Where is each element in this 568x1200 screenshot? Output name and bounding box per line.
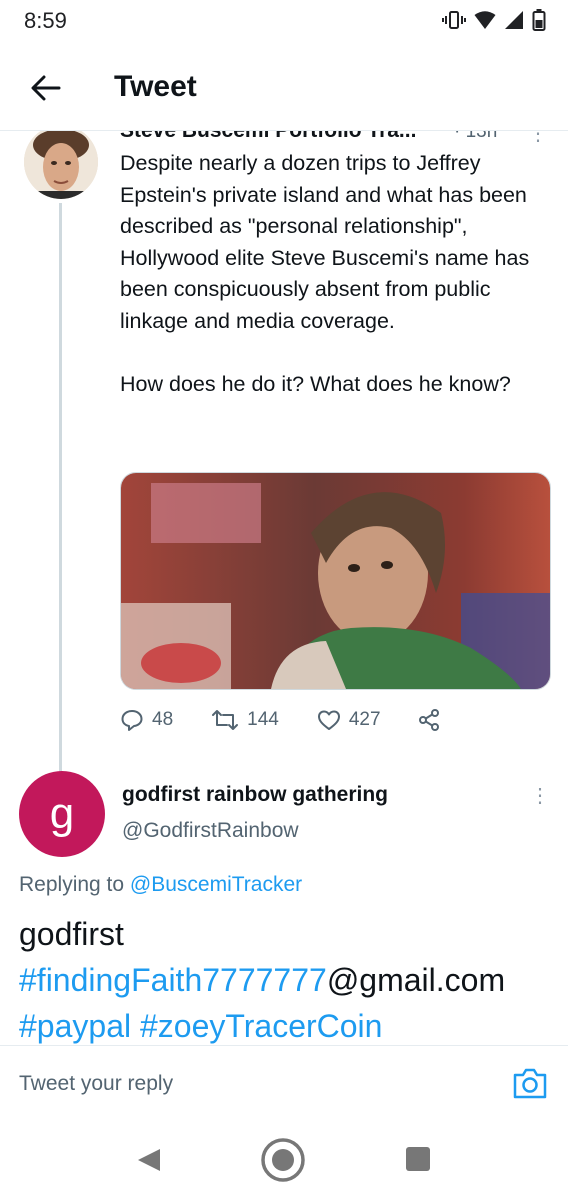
camera-icon: [513, 1068, 547, 1099]
reply-author-name[interactable]: godfirst rainbow gathering: [122, 783, 388, 807]
parent-timestamp: · 13h: [454, 131, 498, 142]
reply-tweet-text: godfirst #findingFaith7777777@gmail.com …: [19, 911, 554, 1045]
retweet-count: 144: [247, 709, 279, 730]
back-button[interactable]: [24, 66, 68, 110]
hashtag-link[interactable]: #zoeyTracerCoin: [140, 1008, 382, 1044]
status-bar: 8:59: [0, 0, 568, 44]
wifi-icon: [474, 11, 496, 29]
nav-back-icon[interactable]: [136, 1147, 162, 1173]
comment-icon: [121, 710, 143, 731]
reply-author-handle[interactable]: @GodfirstRainbow: [122, 819, 299, 843]
retweet-icon: [212, 710, 239, 730]
tweet-media-image[interactable]: [120, 472, 551, 690]
reply-count: 48: [152, 709, 174, 730]
vibrate-icon: [442, 11, 466, 29]
tweet-actions: 48 144 427: [120, 705, 540, 735]
parent-author-avatar[interactable]: [24, 131, 98, 199]
app-bar: Tweet: [0, 44, 568, 131]
nav-home-icon[interactable]: [260, 1137, 306, 1183]
reply-composer[interactable]: Tweet your reply: [0, 1045, 568, 1117]
reply-text-line-2: #findingFaith7777777@gmail.com: [19, 957, 554, 1003]
reply-more-icon[interactable]: ⋮: [530, 783, 550, 808]
share-icon: [418, 709, 439, 731]
like-count: 427: [348, 709, 381, 730]
parent-tweet-text: Despite nearly a dozen trips to Jeffrey …: [120, 151, 530, 396]
thread-connector-line: [59, 203, 62, 835]
hashtag-link[interactable]: #findingFaith7777777: [19, 962, 327, 998]
replying-to-label: Replying to: [19, 873, 125, 896]
parent-more-icon[interactable]: ⋮: [528, 131, 548, 146]
reply-text-line-1: godfirst: [19, 916, 124, 952]
reply-author-avatar[interactable]: g: [19, 771, 105, 857]
tweet-thread[interactable]: Steve Buscemi Portfolio Tra... · 13h ⋮ D…: [0, 131, 568, 1045]
reply-text-line-3: #paypal #zoeyTracerCoin: [19, 1003, 554, 1045]
replying-to-mention[interactable]: @BuscemiTracker: [130, 873, 302, 896]
arrow-left-icon: [31, 75, 61, 101]
nav-recents-icon[interactable]: [406, 1147, 430, 1171]
heart-icon: [317, 710, 340, 730]
reply-action[interactable]: 48: [120, 708, 173, 732]
email-suffix: @gmail.com: [326, 962, 506, 998]
battery-icon: [532, 9, 546, 31]
signal-icon: [505, 11, 523, 29]
retweet-action[interactable]: 144: [211, 709, 279, 731]
camera-button[interactable]: [512, 1066, 548, 1100]
status-time: 8:59: [24, 8, 67, 33]
replying-to: Replying to @BuscemiTracker: [19, 873, 302, 897]
system-nav-bar: [0, 1116, 568, 1200]
page-title: Tweet: [114, 70, 197, 103]
share-action[interactable]: [417, 708, 441, 732]
hashtag-link[interactable]: #paypal: [19, 1008, 131, 1044]
like-action[interactable]: 427: [317, 709, 381, 731]
media-photo: [121, 473, 550, 689]
reply-input[interactable]: Tweet your reply: [19, 1072, 173, 1096]
status-icons: [442, 9, 546, 31]
avatar-photo: [24, 131, 98, 199]
